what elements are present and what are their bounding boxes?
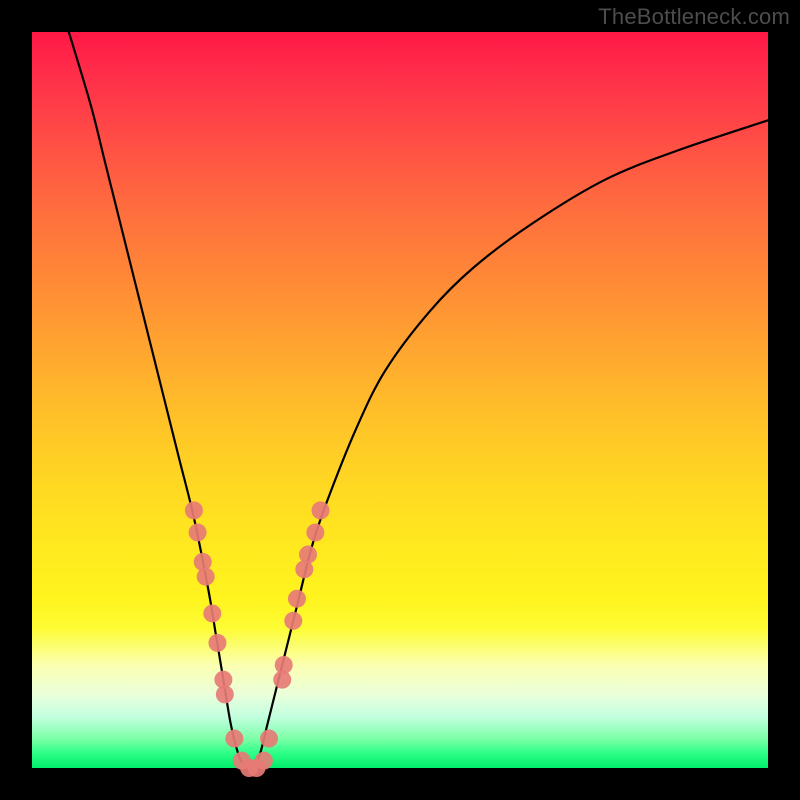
plot-area bbox=[32, 32, 768, 768]
marker-dot bbox=[275, 656, 293, 674]
chart-frame: TheBottleneck.com bbox=[0, 0, 800, 800]
marker-dot bbox=[208, 634, 226, 652]
marker-dot bbox=[225, 730, 243, 748]
marker-dot bbox=[312, 501, 330, 519]
bottleneck-curve bbox=[69, 32, 768, 770]
marker-group bbox=[185, 501, 330, 777]
marker-dot bbox=[299, 546, 317, 564]
marker-dot bbox=[197, 568, 215, 586]
marker-dot bbox=[216, 685, 234, 703]
marker-dot bbox=[288, 590, 306, 608]
marker-dot bbox=[203, 604, 221, 622]
marker-dot bbox=[185, 501, 203, 519]
watermark-label: TheBottleneck.com bbox=[598, 4, 790, 30]
marker-dot bbox=[306, 523, 324, 541]
marker-dot bbox=[255, 752, 273, 770]
marker-dot bbox=[260, 730, 278, 748]
marker-dot bbox=[284, 612, 302, 630]
marker-dot bbox=[189, 523, 207, 541]
chart-svg bbox=[32, 32, 768, 768]
